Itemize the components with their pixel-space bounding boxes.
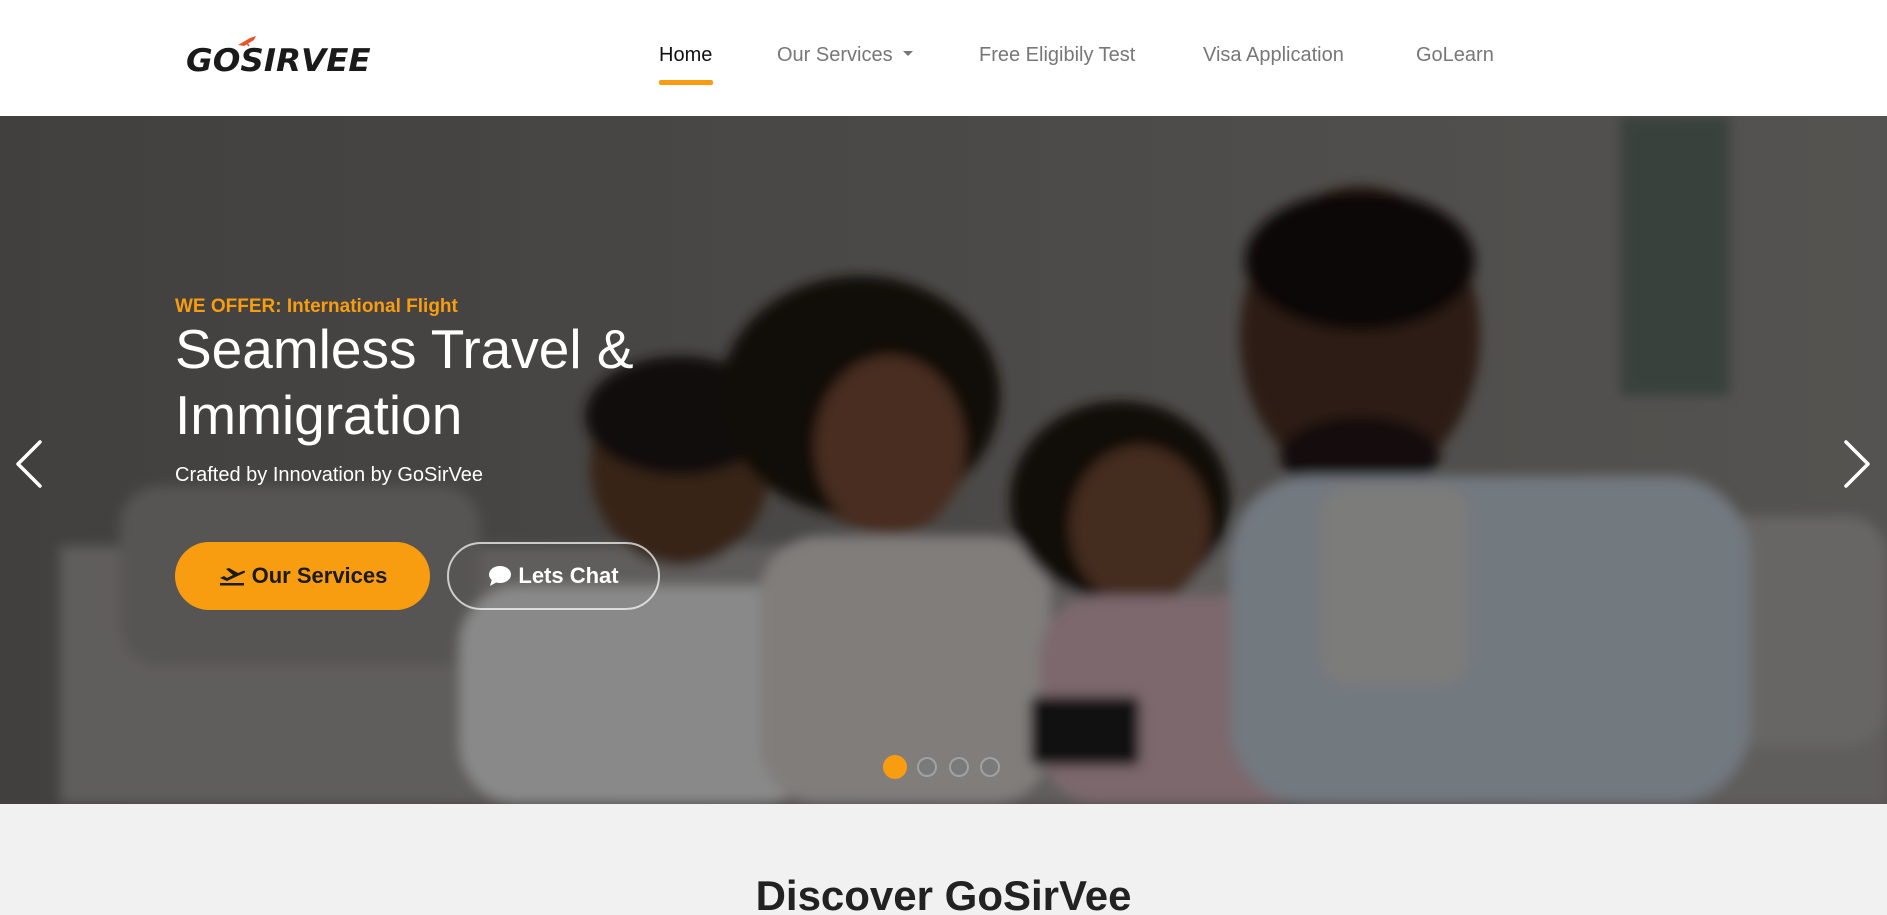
hero-headline: Seamless Travel & Immigration bbox=[175, 318, 634, 446]
main-nav: Home Our Services Free Eligibily Test Vi… bbox=[0, 0, 1887, 116]
hero-subline: Crafted by Innovation by GoSirVee bbox=[175, 464, 483, 486]
hero-overlay bbox=[0, 116, 1887, 804]
chat-bubble-icon bbox=[489, 566, 512, 586]
discover-title: Discover GoSirVee bbox=[755, 872, 1132, 915]
lets-chat-button[interactable]: Lets Chat bbox=[447, 542, 660, 610]
chevron-down-icon bbox=[902, 51, 913, 57]
nav-item-free-eligibility-test[interactable]: Free Eligibily Test bbox=[979, 44, 1135, 67]
our-services-button-label: Our Services bbox=[251, 563, 388, 588]
nav-item-label: Our Services bbox=[777, 44, 893, 66]
plane-departure-icon bbox=[219, 568, 245, 586]
hero-offer-label: WE OFFER: International Flight bbox=[175, 296, 458, 317]
discover-section: Discover GoSirVee bbox=[0, 804, 1887, 915]
our-services-button[interactable]: Our Services bbox=[175, 542, 430, 610]
nav-item-home[interactable]: Home bbox=[659, 44, 712, 67]
nav-item-our-services[interactable]: Our Services bbox=[777, 44, 913, 67]
carousel-dot-1[interactable] bbox=[883, 755, 907, 779]
carousel-next-arrow[interactable] bbox=[1836, 434, 1876, 494]
carousel-dot-3[interactable] bbox=[949, 757, 969, 777]
carousel-indicators bbox=[0, 755, 1887, 781]
nav-active-indicator bbox=[659, 80, 713, 85]
navbar: GOSIRVEE Home Our Services Free Eligibil… bbox=[0, 0, 1887, 116]
nav-item-visa-application[interactable]: Visa Application bbox=[1203, 44, 1344, 67]
nav-item-golearn[interactable]: GoLearn bbox=[1416, 44, 1494, 67]
lets-chat-button-label: Lets Chat bbox=[518, 563, 619, 588]
carousel-dot-4[interactable] bbox=[980, 757, 1000, 777]
carousel-prev-arrow[interactable] bbox=[10, 434, 50, 494]
hero-carousel: WE OFFER: International Flight Seamless … bbox=[0, 116, 1887, 804]
carousel-dot-2[interactable] bbox=[917, 757, 937, 777]
